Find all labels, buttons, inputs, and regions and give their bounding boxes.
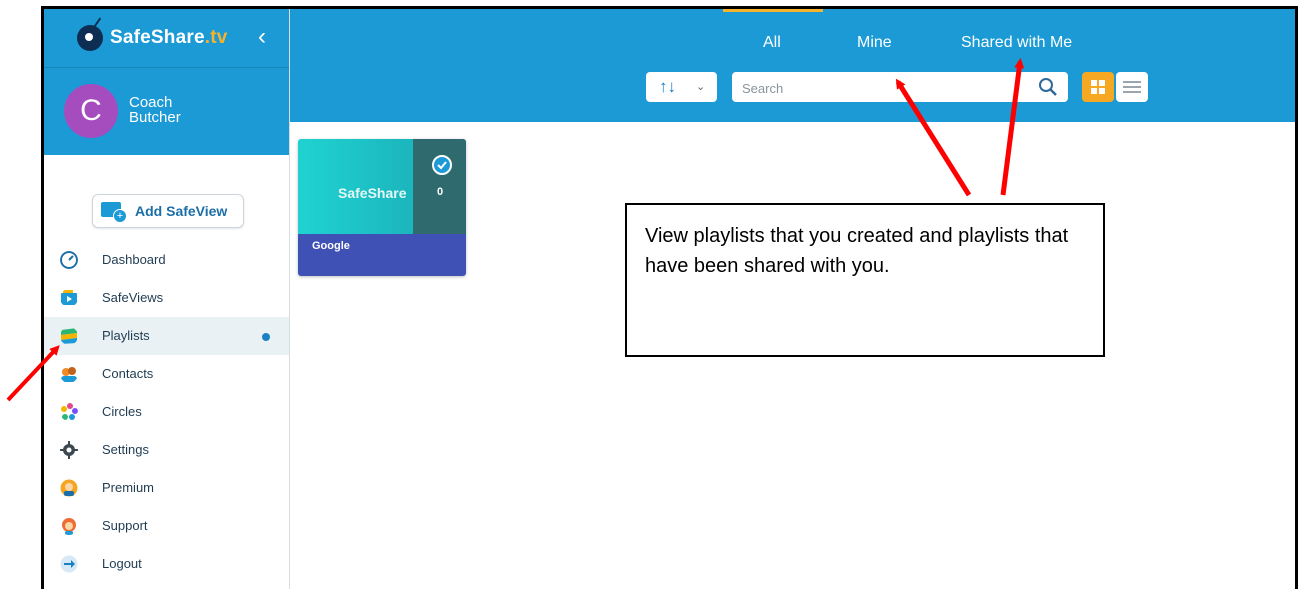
checkmark-icon[interactable] [432,155,452,175]
search-icon[interactable] [1037,76,1059,98]
thumbnail-logo-text: SafeShare [338,185,407,201]
playlist-card[interactable]: SafeShare 0 Google [298,139,466,276]
sidebar-item-label: Support [102,518,148,533]
search-box [732,72,1068,102]
sidebar-item-contacts[interactable]: Contacts [44,355,289,393]
tab-mine[interactable]: Mine [857,34,892,52]
add-safeview-button[interactable]: + Add SafeView [92,194,244,228]
playlist-title: Google [312,240,350,252]
brand-row: SafeShare.tv ‹ [44,9,289,68]
tab-shared-with-me[interactable]: Shared with Me [961,34,1072,52]
sidebar-item-label: Contacts [102,366,154,381]
user-last-name: Butcher [129,109,181,126]
logout-icon [60,555,78,573]
avatar[interactable]: C [64,84,118,138]
collapse-sidebar-button[interactable]: ‹ [258,23,266,51]
brand-name-text: SafeShare [110,27,205,48]
safeviews-icon [61,290,77,305]
sidebar-item-logout[interactable]: Logout [44,545,289,583]
sidebar-item-premium[interactable]: Premium [44,469,289,507]
grid-view-button[interactable] [1082,72,1114,102]
sidebar-item-support[interactable]: Support [44,507,289,545]
sidebar-item-label: SafeViews [102,290,164,305]
sidebar-item-playlists[interactable]: Playlists [44,317,289,355]
grid-icon [1091,80,1105,94]
app-window: SafeShare.tv ‹ C Coach Butcher + Add Saf… [41,6,1298,589]
chevron-down-icon: ⌄ [696,81,706,93]
playlist-video-count: 0 [437,186,444,198]
tab-active-indicator [723,9,823,12]
list-view-button[interactable] [1116,72,1148,102]
sidebar-item-label: Circles [102,404,142,419]
user-name: Coach Butcher [129,95,219,125]
active-indicator-dot [262,333,270,341]
support-icon [62,518,76,535]
premium-icon [60,479,78,497]
tab-all[interactable]: All [763,34,781,52]
sidebar-item-label: Premium [102,480,155,495]
sidebar-item-label: Settings [102,442,149,457]
annotation-callout: View playlists that you created and play… [625,203,1105,357]
brand-name: SafeShare.tv [110,27,228,49]
gear-icon [60,441,78,459]
brand-suffix: .tv [204,27,228,48]
list-icon [1123,81,1141,93]
plus-icon: + [113,209,127,223]
add-safeview-label: Add SafeView [135,203,228,219]
sidebar-item-label: Logout [102,556,142,571]
contacts-icon [61,367,77,382]
sidebar-item-label: Dashboard [102,252,166,267]
safeshare-logo-icon [77,25,103,51]
sidebar-item-dashboard[interactable]: Dashboard [44,241,289,279]
sidebar-item-circles[interactable]: Circles [44,393,289,431]
sidebar: SafeShare.tv ‹ C Coach Butcher + Add Saf… [44,9,290,589]
sidebar-item-settings[interactable]: Settings [44,431,289,469]
top-bar: All Mine Shared with Me ↑↓ ⌄ [290,9,1295,122]
callout-text: View playlists that you created and play… [645,225,1069,277]
sidebar-item-safeviews[interactable]: SafeViews [44,279,289,317]
playlists-icon [61,328,77,344]
user-first-name: Coach [129,94,173,111]
search-input[interactable] [740,76,1014,100]
sort-dropdown[interactable]: ↑↓ ⌄ [646,72,717,102]
sidebar-nav: Dashboard SafeViews Playlists Contacts C… [44,241,289,583]
dashboard-icon [60,251,78,269]
circles-icon [61,403,78,420]
sidebar-header: SafeShare.tv ‹ C Coach Butcher [44,9,289,155]
sort-icon: ↑↓ [659,77,676,96]
sidebar-item-label: Playlists [102,328,150,343]
